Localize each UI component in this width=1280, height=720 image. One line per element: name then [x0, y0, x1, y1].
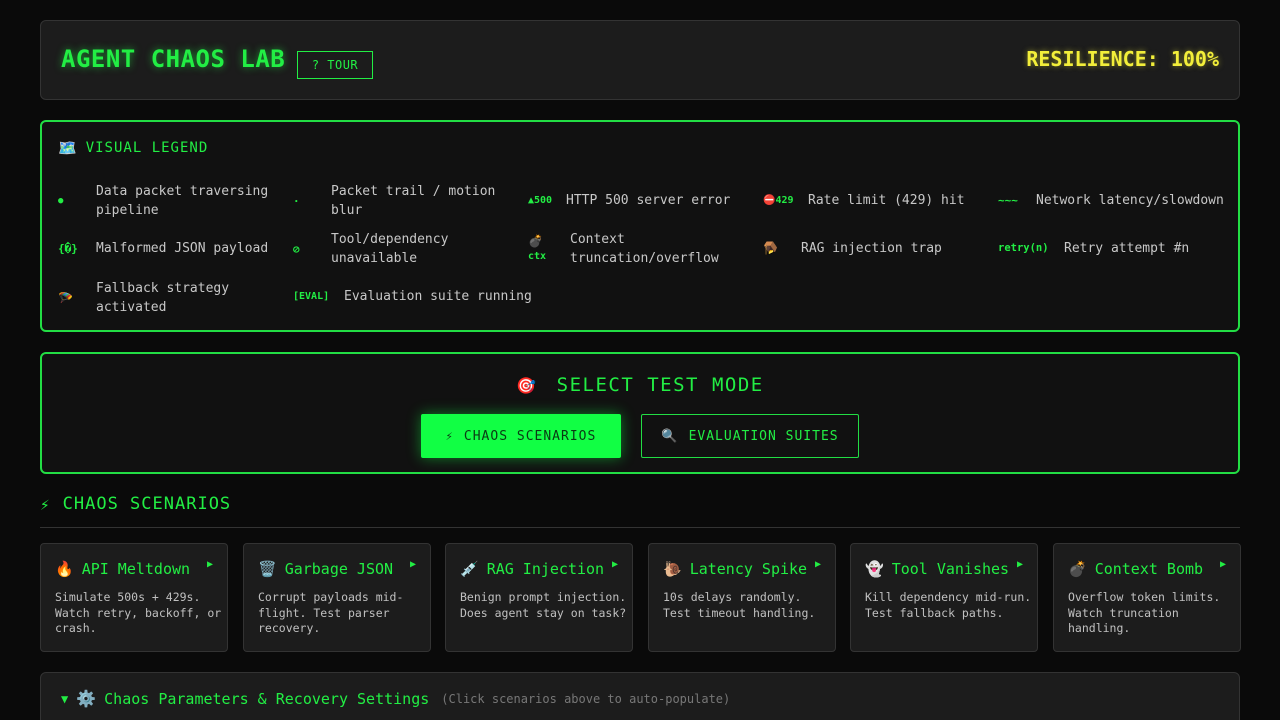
magnifier-icon: 🔍 — [661, 428, 679, 444]
legend-item: 🪤 RAG injection trap — [763, 241, 942, 256]
scenario-card-context-bomb[interactable]: 💣 Context Bomb ▶ Overflow token limits. W… — [1053, 543, 1241, 652]
legend-item: 💣 ctx Context truncation/overflow — [528, 232, 719, 266]
map-icon: 🗺️ — [58, 139, 78, 157]
lightning-icon: ⚡ — [40, 494, 51, 514]
gear-icon: ⚙️ — [76, 689, 97, 708]
legend-item: ● Data packet traversing pipeline — [58, 184, 269, 218]
card-description: Overflow token limits. Watch truncation … — [1068, 590, 1221, 635]
bomb-icon: 💣 — [1068, 560, 1087, 578]
legend-item: ⛔429 Rate limit (429) hit — [763, 193, 965, 208]
legend-item: {�} Malformed JSON payload — [58, 241, 269, 256]
play-icon[interactable]: ▶ — [1017, 559, 1023, 570]
chaos-parameters-toggle[interactable]: ▼ ⚙️ Chaos Parameters & Recovery Setting… — [61, 689, 730, 708]
visual-legend-panel: 🗺️ VISUAL LEGEND ● Data packet traversin… — [40, 120, 1240, 332]
chaos-scenarios-button[interactable]: ⚡ CHAOS SCENARIOS — [421, 414, 621, 458]
card-title: Tool Vanishes — [891, 560, 1010, 578]
card-title: Latency Spike — [689, 560, 808, 578]
legend-title: 🗺️ VISUAL LEGEND — [58, 139, 208, 157]
card-title: Garbage JSON — [284, 560, 394, 578]
params-hint: (Click scenarios above to auto-populate) — [441, 691, 731, 706]
section-title: ⚡ CHAOS SCENARIOS — [40, 494, 232, 514]
rate-limit-icon: ⛔429 — [763, 195, 794, 206]
legend-item: ⊘ Tool/dependency unavailable — [293, 232, 449, 266]
play-icon[interactable]: ▶ — [1220, 559, 1226, 570]
legend-item: ~~~ Network latency/slowdown — [998, 193, 1224, 208]
header-bar: AGENT CHAOS LAB ? TOUR RESILIENCE: 100% — [40, 20, 1240, 100]
legend-item: ▲500 HTTP 500 server error — [528, 193, 731, 208]
play-icon[interactable]: ▶ — [612, 559, 618, 570]
target-icon: 🎯 — [516, 376, 538, 395]
syringe-icon: 💉 — [460, 560, 479, 578]
legend-item: [EVAL] Evaluation suite running — [293, 289, 532, 304]
retry-icon: retry(n) — [998, 242, 1049, 254]
trash-icon: 🗑️ — [258, 560, 277, 578]
snail-icon: 🐌 — [663, 560, 682, 578]
legend-item: retry(n) Retry attempt #n — [998, 241, 1190, 256]
legend-item: 🪂 Fallback strategy activated — [58, 281, 230, 315]
packet-dot-icon: ● — [58, 195, 64, 206]
chaos-parameters-panel: ▼ ⚙️ Chaos Parameters & Recovery Setting… — [40, 672, 1240, 720]
trap-icon: 🪤 — [763, 241, 778, 255]
latency-wave-icon: ~~~ — [998, 194, 1018, 207]
test-mode-panel: 🎯 SELECT TEST MODE ⚡ CHAOS SCENARIOS 🔍 E… — [40, 352, 1240, 474]
triangle-down-icon: ▼ — [61, 691, 69, 706]
card-description: Corrupt payloads mid-flight. Test parser… — [258, 590, 404, 635]
card-description: Simulate 500s + 429s. Watch retry, backo… — [55, 590, 222, 635]
mode-title: 🎯 SELECT TEST MODE — [516, 374, 764, 396]
card-title: API Meltdown — [81, 560, 191, 578]
tour-button[interactable]: ? TOUR — [297, 51, 373, 79]
scenario-card-rag-injection[interactable]: 💉 RAG Injection ▶ Benign prompt injection… — [445, 543, 633, 652]
card-description: Kill dependency mid-run. Test fallback p… — [865, 590, 1032, 620]
bomb-icon: 💣 ctx — [528, 234, 547, 262]
unavailable-icon: ⊘ — [293, 242, 300, 256]
play-icon[interactable]: ▶ — [410, 559, 416, 570]
play-icon[interactable]: ▶ — [815, 559, 821, 570]
scenario-card-api-meltdown[interactable]: 🔥 API Meltdown ▶ Simulate 500s + 429s. Wa… — [40, 543, 228, 652]
eval-tag-icon: [EVAL] — [293, 291, 330, 302]
evaluation-suites-button[interactable]: 🔍 EVALUATION SUITES — [641, 414, 859, 458]
scenario-card-tool-vanishes[interactable]: 👻 Tool Vanishes ▶ Kill dependency mid-run… — [850, 543, 1038, 652]
legend-title-text: VISUAL LEGEND — [85, 140, 209, 156]
card-title: RAG Injection — [486, 560, 605, 578]
fire-icon: 🔥 — [55, 560, 74, 578]
params-title: Chaos Parameters & Recovery Settings — [104, 689, 430, 708]
resilience-score: RESILIENCE: 100% — [1026, 47, 1219, 71]
app-title: AGENT CHAOS LAB — [61, 45, 286, 73]
parachute-icon: 🪂 — [58, 290, 73, 305]
card-description: 10s delays randomly. Test timeout handli… — [663, 590, 816, 620]
card-title: Context Bomb — [1094, 560, 1204, 578]
lightning-icon: ⚡ — [445, 429, 454, 443]
trail-dot-icon: · — [293, 194, 300, 208]
divider — [40, 527, 1240, 528]
scenario-card-garbage-json[interactable]: 🗑️ Garbage JSON ▶ Corrupt payloads mid-fl… — [243, 543, 431, 652]
card-description: Benign prompt injection. Does agent stay… — [460, 590, 627, 620]
ghost-icon: 👻 — [865, 560, 884, 578]
server-error-icon: ▲500 — [528, 195, 553, 206]
legend-item: · Packet trail / motion blur — [293, 184, 496, 218]
play-icon[interactable]: ▶ — [207, 559, 213, 570]
scenario-card-latency-spike[interactable]: 🐌 Latency Spike ▶ 10s delays randomly. Te… — [648, 543, 836, 652]
malformed-json-icon: {�} — [58, 242, 78, 255]
